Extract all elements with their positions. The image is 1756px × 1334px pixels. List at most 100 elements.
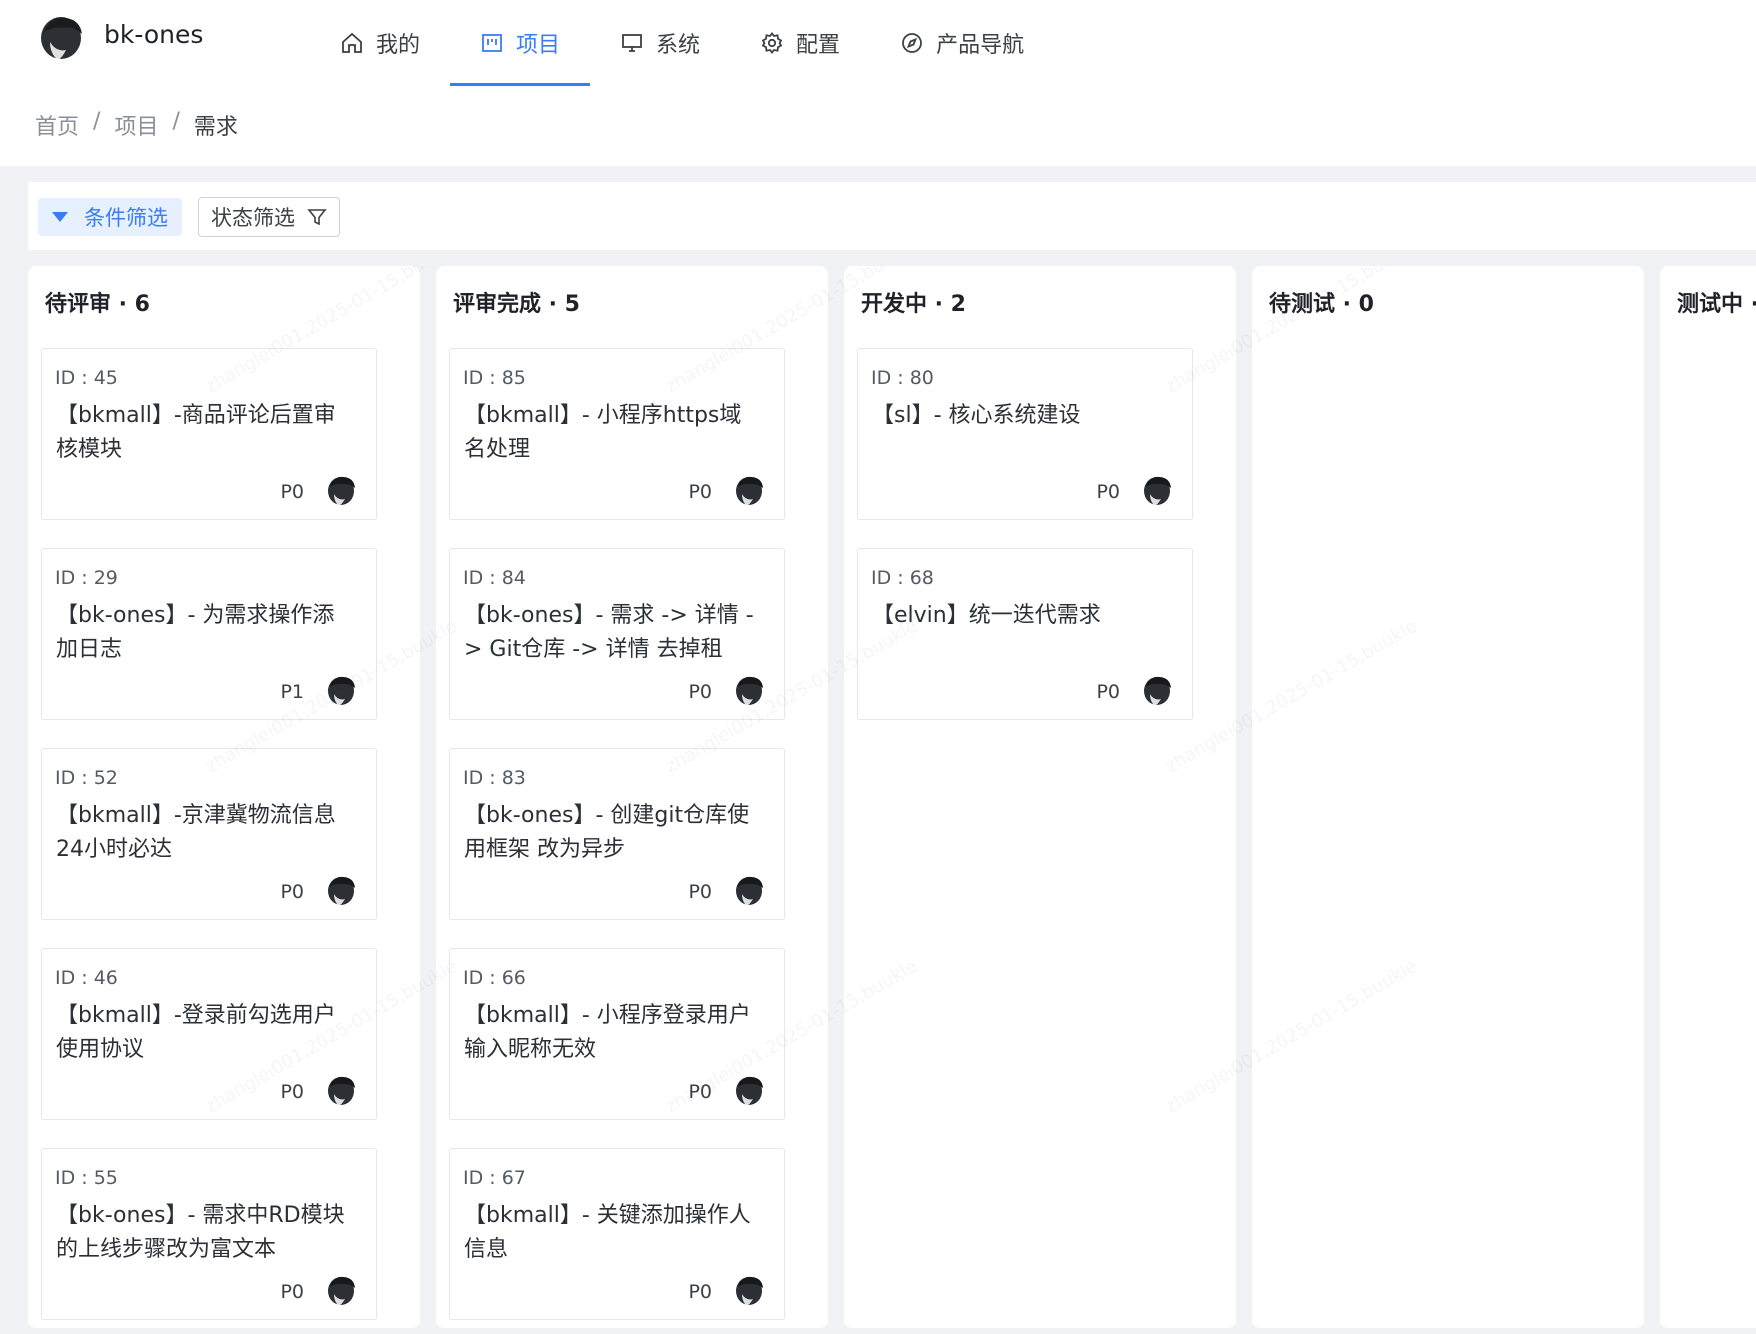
- card-priority: P0: [688, 1281, 712, 1303]
- card-id: ID : 52: [55, 767, 118, 789]
- filter-bar: 条件筛选 状态筛选: [28, 182, 1756, 250]
- card-title: 【elvin】统一迭代需求: [872, 603, 1101, 628]
- requirement-card[interactable]: ID : 55 【bk-ones】- 需求中RD模块的上线步骤改为富文本 P0: [41, 1148, 377, 1320]
- column-title: 测试中 ·: [1677, 292, 1756, 317]
- card-id: ID : 29: [55, 567, 118, 589]
- assignee-avatar[interactable]: [1140, 673, 1174, 709]
- requirement-card[interactable]: ID : 45 【bkmall】-商品评论后置审核模块 P0: [41, 348, 377, 520]
- assignee-avatar[interactable]: [1140, 473, 1174, 509]
- main-nav: 我的 项目 系统 配置 产品导航: [310, 0, 1054, 87]
- card-priority: P0: [688, 1081, 712, 1103]
- card-id: ID : 80: [871, 367, 934, 389]
- assignee-avatar[interactable]: [324, 1273, 358, 1309]
- card-priority: P0: [688, 481, 712, 503]
- column-title: 待评审 · 6: [45, 292, 150, 317]
- nav-label-system: 系统: [656, 33, 701, 58]
- card-priority: P0: [1096, 481, 1120, 503]
- breadcrumb-home[interactable]: 首页: [35, 109, 79, 141]
- card-title: 【bkmall】-京津冀物流信息24小时必达: [56, 803, 336, 862]
- card-id: ID : 45: [55, 367, 118, 389]
- requirement-card[interactable]: ID : 67 【bkmall】- 关键添加操作人信息 P0: [449, 1148, 785, 1320]
- requirement-card[interactable]: ID : 52 【bkmall】-京津冀物流信息24小时必达 P0: [41, 748, 377, 920]
- card-priority: P0: [280, 881, 304, 903]
- card-id: ID : 66: [463, 967, 526, 989]
- column-title: 待测试 · 0: [1269, 292, 1374, 317]
- card-id: ID : 55: [55, 1167, 118, 1189]
- nav-item-project[interactable]: 项目: [450, 0, 591, 87]
- compass-icon: [902, 33, 922, 53]
- nav-label-mine: 我的: [376, 33, 421, 58]
- board-icon: [482, 34, 502, 52]
- requirement-card[interactable]: ID : 68 【elvin】统一迭代需求 P0: [857, 548, 1193, 720]
- condition-filter-label: 条件筛选: [84, 206, 168, 230]
- assignee-avatar[interactable]: [324, 473, 358, 509]
- card-priority: P0: [688, 881, 712, 903]
- card-title: 【bk-ones】- 需求中RD模块的上线步骤改为富文本: [56, 1203, 345, 1262]
- card-id: ID : 68: [871, 567, 934, 589]
- card-priority: P0: [1096, 681, 1120, 703]
- app-name[interactable]: bk-ones: [104, 20, 203, 49]
- app-logo-avatar[interactable]: [36, 12, 86, 64]
- card-title: 【bkmall】- 关键添加操作人信息: [464, 1203, 751, 1262]
- breadcrumb-separator: /: [172, 109, 180, 134]
- requirement-card[interactable]: ID : 83 【bk-ones】- 创建git仓库使用框架 改为异步 P0: [449, 748, 785, 920]
- card-id: ID : 67: [463, 1167, 526, 1189]
- breadcrumb-current: 需求: [193, 115, 238, 140]
- card-priority: P1: [280, 681, 304, 703]
- breadcrumb-project[interactable]: 项目: [114, 109, 158, 141]
- card-title: 【bkmall】-登录前勾选用户使用协议: [56, 1003, 336, 1062]
- card-priority: P0: [280, 1081, 304, 1103]
- nav-label-product-nav: 产品导航: [936, 33, 1025, 58]
- nav-label-project: 项目: [516, 33, 561, 58]
- requirement-card[interactable]: ID : 84 【bk-ones】- 需求 -> 详情 -> Git仓库 -> 详…: [449, 548, 785, 720]
- requirement-card[interactable]: ID : 80 【sl】- 核心系统建设 P0: [857, 348, 1193, 520]
- kanban-column: 开发中 · 2 ID : 80 【sl】- 核心系统建设 P0 ID : 68 【elvi…: [844, 266, 1236, 1328]
- assignee-avatar[interactable]: [732, 1073, 766, 1109]
- card-title: 【bkmall】-商品评论后置审核模块: [56, 403, 336, 462]
- nav-label-config: 配置: [796, 33, 841, 58]
- gear-icon: [761, 32, 783, 54]
- funnel-icon: [307, 209, 327, 226]
- kanban-column: 待评审 · 6 ID : 45 【bkmall】-商品评论后置审核模块 P0 ID : …: [28, 266, 420, 1328]
- assignee-avatar[interactable]: [324, 873, 358, 909]
- breadcrumb-bar: 首页 / 项目 / 需求: [0, 86, 1756, 166]
- caret-down-icon: [52, 212, 68, 222]
- requirement-card[interactable]: ID : 66 【bkmall】- 小程序登录用户输入昵称无效 P0: [449, 948, 785, 1120]
- card-priority: P0: [280, 1281, 304, 1303]
- assignee-avatar[interactable]: [732, 673, 766, 709]
- card-id: ID : 84: [463, 567, 526, 589]
- card-id: ID : 85: [463, 367, 526, 389]
- assignee-avatar[interactable]: [732, 873, 766, 909]
- requirement-card[interactable]: ID : 85 【bkmall】- 小程序https域名处理 P0: [449, 348, 785, 520]
- nav-item-system[interactable]: 系统: [590, 0, 730, 86]
- kanban-column: 待测试 · 0: [1252, 266, 1644, 1328]
- column-title: 评审完成 · 5: [453, 292, 580, 317]
- card-title: 【bkmall】- 小程序登录用户输入昵称无效: [464, 1003, 751, 1062]
- state-filter-button[interactable]: 状态筛选: [198, 197, 340, 237]
- assignee-avatar[interactable]: [324, 1073, 358, 1109]
- condition-filter-button[interactable]: 条件筛选: [38, 198, 182, 236]
- card-title: 【bk-ones】- 为需求操作添加日志: [56, 603, 335, 662]
- home-icon: [342, 32, 362, 53]
- card-title: 【bk-ones】- 创建git仓库使用框架 改为异步: [464, 803, 750, 862]
- requirement-card[interactable]: ID : 29 【bk-ones】- 为需求操作添加日志 P1: [41, 548, 377, 720]
- breadcrumb: 首页 / 项目 / 需求: [35, 109, 238, 141]
- assignee-avatar[interactable]: [732, 1273, 766, 1309]
- card-title: 【bkmall】- 小程序https域名处理: [464, 403, 742, 462]
- nav-item-product-nav[interactable]: 产品导航: [870, 0, 1054, 86]
- monitor-icon: [622, 34, 642, 52]
- card-id: ID : 46: [55, 967, 118, 989]
- top-header: bk-ones 我的 项目 系统 配置 产品导航: [0, 0, 1756, 87]
- requirement-card[interactable]: ID : 46 【bkmall】-登录前勾选用户使用协议 P0: [41, 948, 377, 1120]
- card-id: ID : 83: [463, 767, 526, 789]
- card-priority: P0: [688, 681, 712, 703]
- assignee-avatar[interactable]: [324, 673, 358, 709]
- kanban-column: 评审完成 · 5 ID : 85 【bkmall】- 小程序https域名处理 P0 I…: [436, 266, 828, 1328]
- assignee-avatar[interactable]: [732, 473, 766, 509]
- nav-item-config[interactable]: 配置: [730, 0, 870, 86]
- kanban-board: 待评审 · 6 ID : 45 【bkmall】-商品评论后置审核模块 P0 ID : …: [28, 266, 1756, 1334]
- nav-item-mine[interactable]: 我的: [310, 0, 450, 86]
- breadcrumb-separator: /: [93, 109, 101, 134]
- card-title: 【bk-ones】- 需求 -> 详情 -> Git仓库 -> 详情 去掉租: [464, 603, 754, 662]
- kanban-column: 测试中 ·: [1660, 266, 1756, 1328]
